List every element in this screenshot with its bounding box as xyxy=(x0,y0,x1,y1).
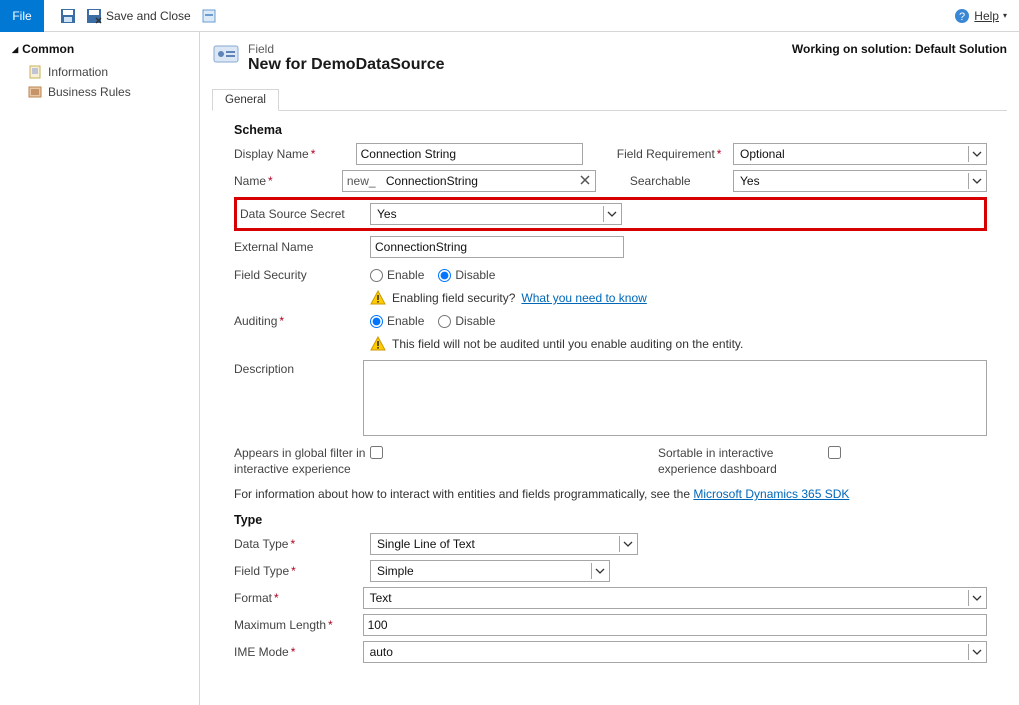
info-text-prefix: For information about how to interact wi… xyxy=(234,487,693,501)
data-source-secret-select[interactable]: Yes xyxy=(370,203,622,225)
required-marker: * xyxy=(311,147,316,161)
chevron-down-icon xyxy=(591,563,607,579)
field-type-label: Field Type xyxy=(234,564,289,578)
required-marker: * xyxy=(290,537,295,551)
description-textarea[interactable] xyxy=(363,360,987,436)
tab-general[interactable]: General xyxy=(212,89,279,111)
data-source-secret-label: Data Source Secret xyxy=(240,207,345,221)
sortable-label: Sortable in interactive experience dashb… xyxy=(658,446,828,477)
display-name-label: Display Name xyxy=(234,147,309,161)
global-filter-checkbox[interactable] xyxy=(370,446,383,459)
help-label: Help xyxy=(974,9,999,23)
ime-mode-label: IME Mode xyxy=(234,645,289,659)
field-security-label: Field Security xyxy=(234,268,307,282)
chevron-down-icon xyxy=(968,590,984,606)
required-marker: * xyxy=(274,591,279,605)
field-type-value: Simple xyxy=(377,564,414,578)
searchable-value: Yes xyxy=(740,174,760,188)
auditing-warning-text: This field will not be audited until you… xyxy=(392,337,743,351)
chevron-down-icon xyxy=(968,644,984,660)
clear-icon[interactable] xyxy=(578,173,592,187)
searchable-select[interactable]: Yes xyxy=(733,170,987,192)
data-type-select[interactable]: Single Line of Text xyxy=(370,533,638,555)
save-close-icon xyxy=(86,8,102,24)
name-input[interactable] xyxy=(382,170,596,192)
section-type-title: Type xyxy=(234,513,987,527)
required-marker: * xyxy=(291,645,296,659)
required-marker: * xyxy=(268,174,273,188)
field-security-enable-label: Enable xyxy=(387,268,424,282)
format-value: Text xyxy=(370,591,392,605)
document-icon xyxy=(28,65,42,79)
data-source-secret-value: Yes xyxy=(377,207,397,221)
toolbar-extra-icon[interactable] xyxy=(201,8,217,24)
format-select[interactable]: Text xyxy=(363,587,987,609)
chevron-down-icon xyxy=(968,173,984,189)
searchable-label: Searchable xyxy=(630,174,691,188)
page-title: New for DemoDataSource xyxy=(248,56,445,74)
file-menu-button[interactable]: File xyxy=(0,0,44,32)
field-security-link[interactable]: What you need to know xyxy=(521,291,646,305)
name-prefix-label: new_ xyxy=(342,170,382,192)
name-label: Name xyxy=(234,174,266,188)
external-name-input[interactable] xyxy=(370,236,624,258)
required-marker: * xyxy=(279,314,284,328)
entity-type-label: Field xyxy=(248,42,445,56)
chevron-down-icon xyxy=(603,206,619,222)
auditing-label: Auditing xyxy=(234,314,277,328)
chevron-down-icon xyxy=(968,146,984,162)
rules-icon xyxy=(28,85,42,99)
max-length-input[interactable] xyxy=(363,614,987,636)
auditing-enable-label: Enable xyxy=(387,314,424,328)
auditing-enable-radio[interactable]: Enable xyxy=(370,314,424,328)
auditing-disable-radio[interactable]: Disable xyxy=(438,314,495,328)
section-schema-title: Schema xyxy=(234,123,987,137)
field-security-enable-radio[interactable]: Enable xyxy=(370,268,424,282)
global-filter-label: Appears in global filter in interactive … xyxy=(234,446,370,477)
display-name-input[interactable] xyxy=(356,143,583,165)
external-name-label: External Name xyxy=(234,240,313,254)
tab-general-label: General xyxy=(225,94,266,106)
ime-mode-value: auto xyxy=(370,645,393,659)
sortable-checkbox[interactable] xyxy=(828,446,841,459)
field-type-select[interactable]: Simple xyxy=(370,560,610,582)
save-and-close-label: Save and Close xyxy=(106,9,191,23)
sidebar-item-business-rules[interactable]: Business Rules xyxy=(12,82,199,102)
sidebar-item-information[interactable]: Information xyxy=(12,62,199,82)
data-type-value: Single Line of Text xyxy=(377,537,475,551)
save-and-close-button[interactable]: Save and Close xyxy=(86,8,191,24)
data-type-label: Data Type xyxy=(234,537,288,551)
sidebar-item-label: Information xyxy=(48,65,108,79)
data-source-secret-highlight: Data Source Secret Yes xyxy=(234,197,987,231)
save-icon[interactable] xyxy=(60,8,76,24)
help-icon: ? xyxy=(954,8,970,24)
chevron-down-icon xyxy=(619,536,635,552)
field-security-disable-label: Disable xyxy=(455,268,495,282)
auditing-disable-label: Disable xyxy=(455,314,495,328)
warning-icon xyxy=(370,336,386,352)
max-length-label: Maximum Length xyxy=(234,618,326,632)
field-header-icon xyxy=(212,42,240,66)
field-security-warning-text: Enabling field security? xyxy=(392,291,515,305)
field-security-disable-radio[interactable]: Disable xyxy=(438,268,495,282)
help-button[interactable]: ? Help ▾ xyxy=(954,8,1007,24)
sidebar-common-header[interactable]: Common xyxy=(12,42,199,56)
sdk-link[interactable]: Microsoft Dynamics 365 SDK xyxy=(693,487,849,501)
required-marker: * xyxy=(328,618,333,632)
required-marker: * xyxy=(717,147,722,161)
warning-icon xyxy=(370,290,386,306)
chevron-down-icon: ▾ xyxy=(1003,11,1007,20)
svg-text:?: ? xyxy=(959,11,965,23)
format-label: Format xyxy=(234,591,272,605)
file-menu-label: File xyxy=(12,9,31,23)
field-requirement-label: Field Requirement xyxy=(617,147,715,161)
ime-mode-select[interactable]: auto xyxy=(363,641,987,663)
required-marker: * xyxy=(291,564,296,578)
field-requirement-value: Optional xyxy=(740,147,785,161)
solution-text: Working on solution: Default Solution xyxy=(792,42,1007,56)
sidebar-item-label: Business Rules xyxy=(48,85,131,99)
field-requirement-select[interactable]: Optional xyxy=(733,143,987,165)
description-label: Description xyxy=(234,362,294,376)
